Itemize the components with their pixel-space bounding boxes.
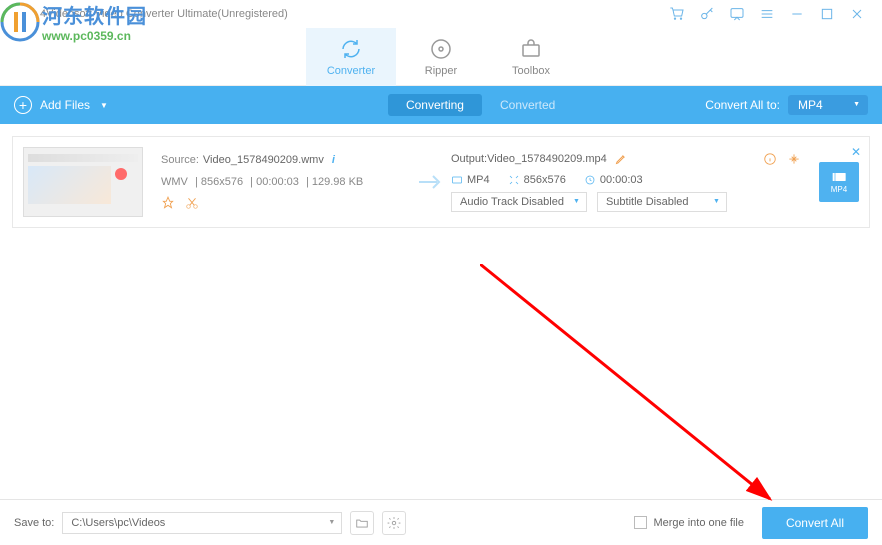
remove-file-icon[interactable]: ✕: [851, 145, 861, 159]
source-label: Source:: [161, 154, 199, 166]
cart-icon[interactable]: [667, 4, 687, 24]
app-title: 4Videosoft Video Converter Ultimate(Unre…: [40, 8, 288, 20]
source-filename: Video_1578490209.wmv: [203, 154, 324, 166]
checkbox-icon: [634, 516, 647, 529]
convert-all-button[interactable]: Convert All: [762, 507, 868, 539]
settings-icon[interactable]: [382, 511, 406, 535]
chevron-down-icon: ▼: [100, 101, 108, 110]
file-item: Source: Video_1578490209.wmv i WMV | 856…: [12, 136, 870, 228]
info-icon[interactable]: i: [332, 154, 335, 166]
video-thumbnail[interactable]: [23, 147, 143, 217]
feedback-icon[interactable]: [727, 4, 747, 24]
key-icon[interactable]: [697, 4, 717, 24]
main-tabs: Converter Ripper Toolbox: [0, 28, 882, 86]
open-folder-icon[interactable]: [350, 511, 374, 535]
output-format: MP4: [451, 174, 490, 186]
file-list: Source: Video_1578490209.wmv i WMV | 856…: [0, 124, 882, 240]
tab-toolbox-label: Toolbox: [512, 65, 550, 77]
titlebar: 4Videosoft Video Converter Ultimate(Unre…: [0, 0, 882, 28]
output-duration: 00:00:03: [584, 174, 643, 186]
add-files-label: Add Files: [40, 98, 90, 112]
tab-ripper-label: Ripper: [425, 65, 457, 77]
toolbar: + Add Files ▼ Converting Converted Conve…: [0, 86, 882, 124]
output-resolution: 856x576: [508, 174, 566, 186]
save-to-path-select[interactable]: C:\Users\pc\Videos: [62, 512, 342, 534]
tab-converter[interactable]: Converter: [306, 28, 396, 86]
info-circle-icon[interactable]: [763, 152, 777, 166]
menu-icon[interactable]: [757, 4, 777, 24]
tab-ripper[interactable]: Ripper: [396, 28, 486, 86]
output-filename: Video_1578490209.mp4: [487, 153, 607, 165]
close-icon[interactable]: [847, 4, 867, 24]
tab-converter-label: Converter: [327, 65, 375, 77]
subtab-converting[interactable]: Converting: [388, 94, 482, 116]
pin-icon[interactable]: [161, 196, 175, 210]
merge-checkbox[interactable]: Merge into one file: [634, 516, 744, 529]
bottom-bar: Save to: C:\Users\pc\Videos Merge into o…: [0, 499, 882, 545]
subtab-converted[interactable]: Converted: [482, 94, 573, 116]
maximize-icon[interactable]: [817, 4, 837, 24]
edit-icon[interactable]: [615, 153, 627, 165]
merge-label: Merge into one file: [653, 517, 744, 529]
tab-toolbox[interactable]: Toolbox: [486, 28, 576, 86]
add-files-button[interactable]: + Add Files ▼: [14, 96, 108, 114]
cut-icon[interactable]: [185, 196, 199, 210]
save-to-label: Save to:: [14, 517, 54, 529]
minimize-icon[interactable]: [787, 4, 807, 24]
arrow-icon: [411, 174, 451, 190]
output-column: Output: Video_1578490209.mp4 MP4 856x576: [451, 152, 809, 212]
plus-icon: +: [14, 96, 32, 114]
output-label: Output:: [451, 153, 487, 165]
source-column: Source: Video_1578490209.wmv i WMV | 856…: [161, 154, 411, 210]
audio-track-select[interactable]: Audio Track Disabled: [451, 192, 587, 212]
reorder-icon[interactable]: [851, 163, 861, 181]
subtitle-select[interactable]: Subtitle Disabled: [597, 192, 727, 212]
convert-all-format-select[interactable]: MP4: [788, 95, 868, 115]
source-meta: WMV | 856x576 | 00:00:03 | 129.98 KB: [161, 176, 411, 188]
convert-all-to-label: Convert All to:: [705, 98, 780, 112]
compress-icon[interactable]: [787, 152, 801, 166]
annotation-arrow: [480, 264, 800, 524]
